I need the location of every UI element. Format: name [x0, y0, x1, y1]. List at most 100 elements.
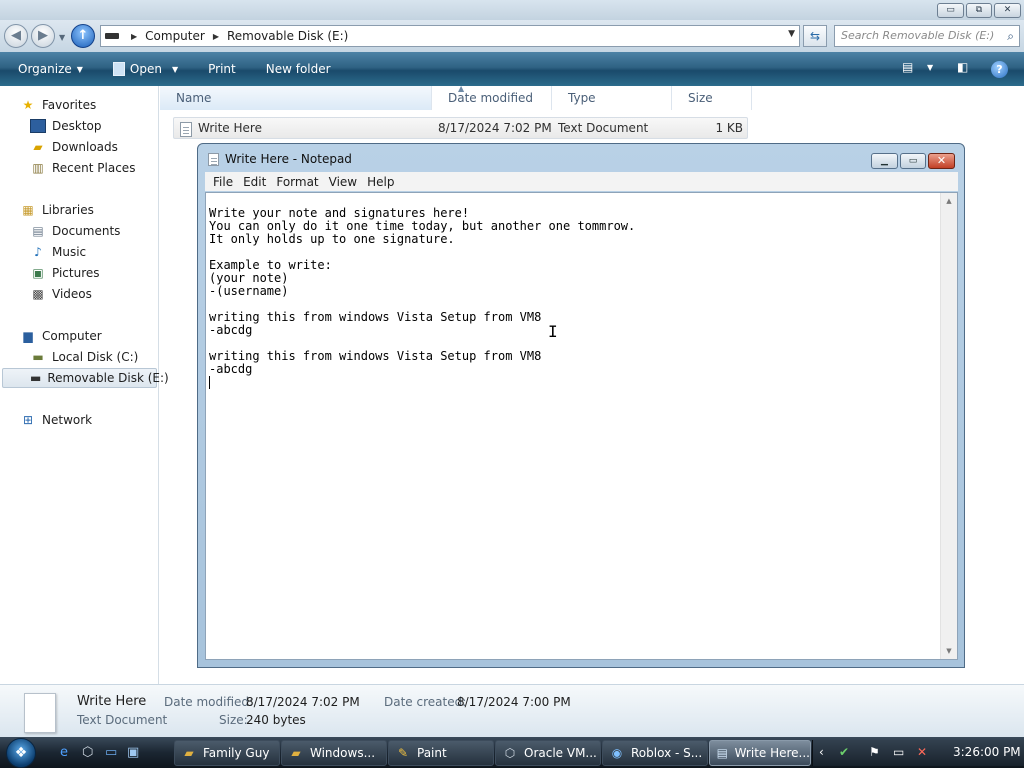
browser-icon: ◉: [611, 746, 623, 760]
chevron-right-icon[interactable]: ▶: [131, 32, 137, 41]
downloads-folder-icon: ▰: [33, 140, 43, 154]
clock[interactable]: 3:26:00 PM: [953, 745, 1021, 759]
nav-pictures[interactable]: ▣ Pictures: [30, 263, 99, 283]
column-size[interactable]: Size: [672, 86, 752, 110]
nav-libraries[interactable]: ▦ Libraries: [20, 200, 94, 220]
help-icon[interactable]: ?: [991, 61, 1008, 78]
notepad-minimize-button[interactable]: ▁: [871, 153, 898, 169]
file-type: Text Document: [558, 121, 649, 135]
print-button[interactable]: Print: [208, 62, 236, 76]
maximize-button[interactable]: ⧉: [966, 3, 992, 18]
organize-button[interactable]: Organize ▼: [18, 62, 83, 76]
up-button[interactable]: ↑: [71, 24, 95, 48]
nav-local-disk[interactable]: ▬ Local Disk (C:): [30, 347, 138, 367]
security-shield-icon[interactable]: ✔: [839, 745, 849, 759]
nav-downloads[interactable]: ▰ Downloads: [30, 137, 118, 157]
switch-windows-icon[interactable]: ▣: [127, 745, 139, 760]
recent-pages-dropdown[interactable]: ▼: [59, 33, 65, 42]
menu-format[interactable]: Format: [276, 175, 318, 189]
views-icon[interactable]: ▤: [902, 60, 913, 74]
network-tray-icon[interactable]: ▭: [893, 745, 904, 759]
nav-documents[interactable]: ▤ Documents: [30, 221, 120, 241]
details-file-type: Text Document: [77, 713, 168, 727]
column-date-modified[interactable]: Date modified: [432, 86, 552, 110]
chevron-left-icon[interactable]: ‹: [819, 745, 824, 759]
nav-computer[interactable]: ▆ Computer: [20, 326, 101, 346]
chevron-down-icon[interactable]: ▼: [788, 29, 795, 39]
start-button[interactable]: ❖: [6, 738, 36, 768]
address-row: ◀ ▶ ▼ ↑ ▶ Computer ▶ Removable Disk (E:)…: [0, 20, 1024, 52]
nav-removable-disk[interactable]: ▬ Removable Disk (E:): [2, 368, 169, 388]
nav-desktop[interactable]: Desktop: [30, 116, 102, 136]
breadcrumb-removable-disk[interactable]: Removable Disk (E:): [227, 29, 348, 43]
notepad-maximize-button[interactable]: ▭: [900, 153, 926, 169]
scroll-up-arrow[interactable]: ▲: [941, 193, 957, 209]
column-headers: Name ▲ Date modified Type Size: [160, 84, 1024, 111]
scroll-down-arrow[interactable]: ▼: [941, 643, 957, 659]
notepad-menubar: File Edit Format View Help: [205, 172, 958, 191]
refresh-button[interactable]: ⇆: [803, 25, 827, 47]
explorer-titlebar: ▭ ⧉ ✕: [0, 0, 1024, 20]
flag-icon[interactable]: ⚑: [869, 745, 880, 759]
task-paint[interactable]: ✎ Paint: [388, 740, 494, 766]
preview-pane-icon[interactable]: ◧: [957, 60, 968, 74]
details-pane: Write Here Text Document Date modified: …: [0, 684, 1024, 737]
notepad-text-area[interactable]: Write your note and signatures here! You…: [205, 192, 958, 660]
search-icon[interactable]: ⌕: [1007, 26, 1014, 46]
new-folder-button[interactable]: New folder: [266, 62, 331, 76]
internet-explorer-icon[interactable]: e: [60, 745, 68, 760]
search-input[interactable]: Search Removable Disk (E:) ⌕: [834, 25, 1020, 47]
nav-videos[interactable]: ▩ Videos: [30, 284, 92, 304]
removable-disk-icon: ▬: [30, 371, 42, 385]
details-size-label: Size:: [219, 713, 248, 727]
details-size: 240 bytes: [246, 713, 306, 727]
text-cursor: [209, 376, 210, 389]
nav-network[interactable]: ⊞ Network: [20, 410, 92, 430]
column-type[interactable]: Type: [552, 86, 672, 110]
notepad-window[interactable]: Write Here - Notepad ▁ ▭ ✕ File Edit For…: [197, 143, 965, 668]
documents-icon: ▤: [32, 224, 44, 238]
close-button[interactable]: ✕: [994, 3, 1021, 18]
menu-view[interactable]: View: [329, 175, 357, 189]
back-button[interactable]: ◀: [4, 24, 28, 48]
task-write-here[interactable]: ▤ Write Here...: [709, 740, 811, 766]
chevron-down-icon: ▼: [171, 64, 179, 74]
local-disk-icon: ▬: [32, 350, 44, 364]
nav-favorites[interactable]: ★ Favorites: [20, 95, 97, 115]
task-oracle-vm[interactable]: ⬡ Oracle VM...: [495, 740, 601, 766]
nav-recent-places[interactable]: ▥ Recent Places: [30, 158, 135, 178]
libraries-icon: ▦: [22, 203, 34, 217]
menu-edit[interactable]: Edit: [243, 175, 266, 189]
volume-muted-icon[interactable]: ✕: [917, 745, 927, 759]
column-name[interactable]: Name: [160, 86, 432, 110]
system-tray: ‹ ✔ ⚑ ▭ ✕ 3:26:00 PM: [812, 740, 1024, 766]
minimize-button[interactable]: ▭: [937, 3, 964, 18]
chevron-right-icon[interactable]: ▶: [213, 32, 219, 41]
task-roblox[interactable]: ◉ Roblox - S...: [602, 740, 708, 766]
file-date-modified: 8/17/2024 7:02 PM: [438, 121, 552, 135]
show-desktop-icon[interactable]: ▭: [105, 745, 117, 760]
pictures-icon: ▣: [32, 266, 44, 280]
videos-icon: ▩: [32, 287, 44, 301]
forward-button[interactable]: ▶: [31, 24, 55, 48]
notepad-close-button[interactable]: ✕: [928, 153, 955, 169]
task-family-guy[interactable]: ▰ Family Guy: [174, 740, 280, 766]
details-date-created: 8/17/2024 7:00 PM: [457, 695, 571, 709]
nav-music[interactable]: ♪ Music: [30, 242, 86, 262]
mouse-ibeam-cursor: I: [548, 322, 558, 341]
file-row[interactable]: Write Here 8/17/2024 7:02 PM Text Docume…: [173, 117, 748, 139]
address-bar[interactable]: ▶ Computer ▶ Removable Disk (E:) ▼: [100, 25, 800, 47]
menu-help[interactable]: Help: [367, 175, 394, 189]
task-windows[interactable]: ▰ Windows...: [281, 740, 387, 766]
file-name: Write Here: [198, 121, 262, 135]
notepad-icon: [208, 152, 219, 166]
views-dropdown[interactable]: ▼: [927, 63, 933, 72]
open-button[interactable]: Open ▼: [112, 62, 179, 76]
virtualbox-quicklaunch-icon[interactable]: ⬡: [82, 745, 93, 760]
breadcrumb-computer[interactable]: Computer: [145, 29, 205, 43]
vertical-scrollbar[interactable]: ▲ ▼: [940, 193, 957, 659]
drive-icon: [105, 33, 119, 39]
menu-file[interactable]: File: [213, 175, 233, 189]
text-document-icon: [180, 122, 192, 137]
notepad-titlebar[interactable]: Write Here - Notepad: [208, 152, 352, 166]
